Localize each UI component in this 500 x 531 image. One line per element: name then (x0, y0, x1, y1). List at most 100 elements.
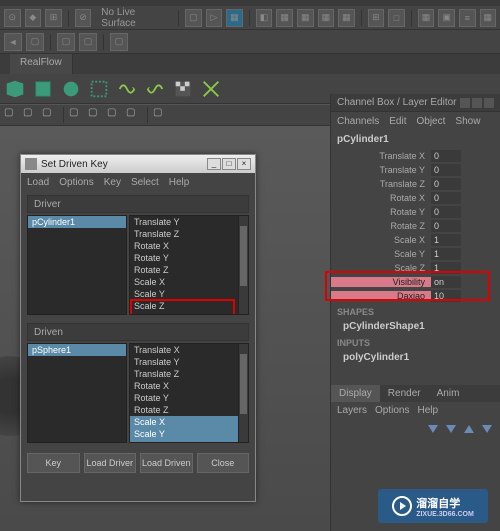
tab-render[interactable]: Render (380, 385, 429, 402)
vt4-icon[interactable]: ▢ (69, 107, 85, 123)
attr-value[interactable]: 0 (431, 206, 461, 218)
attr-value[interactable]: 0 (431, 220, 461, 232)
t12-icon[interactable]: ▣ (438, 9, 455, 27)
shelf-icon-2[interactable] (30, 76, 56, 102)
layer-icon-4[interactable] (480, 423, 494, 435)
s3-icon[interactable]: ▢ (57, 33, 75, 51)
layer-icon-1[interactable] (426, 423, 440, 435)
t9-icon[interactable]: ⊞ (368, 9, 385, 27)
no-icon[interactable]: ⊘ (75, 9, 92, 27)
s5-icon[interactable]: ▢ (110, 33, 128, 51)
vt5-icon[interactable]: ▢ (88, 107, 104, 123)
snap-icon[interactable]: ◆ (25, 9, 42, 27)
list-item[interactable]: pSphere1 (28, 344, 126, 356)
driver-section-head[interactable]: Driver (27, 195, 249, 213)
list-item[interactable]: Scale X (130, 276, 248, 288)
list-item[interactable]: Translate Y (130, 216, 248, 228)
menu-help[interactable]: Help (417, 405, 438, 416)
vt7-icon[interactable]: ▢ (126, 107, 142, 123)
attr-value[interactable]: 0 (431, 150, 461, 162)
list-item[interactable]: Translate X (130, 344, 248, 356)
list-item[interactable]: Scale X (130, 416, 248, 428)
list-item[interactable]: Scale Y (130, 428, 248, 440)
t10-icon[interactable]: □ (388, 9, 405, 27)
driven-section-head[interactable]: Driven (27, 323, 249, 341)
attr-label[interactable]: Rotate Z (331, 221, 431, 231)
shelf-icon-3[interactable] (58, 76, 84, 102)
t11-icon[interactable]: ▦ (418, 9, 435, 27)
list-item[interactable]: Translate Z (130, 228, 248, 240)
menu-layers[interactable]: Layers (337, 405, 367, 416)
grid-icon[interactable]: ⊞ (45, 9, 62, 27)
t4-icon[interactable]: ◧ (256, 9, 273, 27)
attr-value[interactable]: 0 (431, 178, 461, 190)
attr-label[interactable]: Translate Z (331, 179, 431, 189)
shelf-icon-6[interactable] (142, 76, 168, 102)
list-item[interactable]: Translate Y (130, 356, 248, 368)
menu-edit[interactable]: Edit (389, 116, 406, 127)
tab-display[interactable]: Display (331, 385, 380, 402)
attr-label[interactable]: Scale Y (331, 249, 431, 259)
panel-icon-1[interactable] (460, 98, 470, 108)
scrollbar[interactable] (238, 344, 248, 442)
magnet-icon[interactable]: ⊙ (4, 9, 21, 27)
vt3-icon[interactable]: ▢ (42, 107, 58, 123)
load-driven-button[interactable]: Load Driven (140, 453, 193, 473)
close-button[interactable]: × (237, 158, 251, 170)
shelf-icon-1[interactable] (2, 76, 28, 102)
menu-load[interactable]: Load (27, 177, 49, 188)
attr-label[interactable]: Rotate X (331, 193, 431, 203)
menu-select[interactable]: Select (131, 177, 159, 188)
t13-icon[interactable]: ≡ (459, 9, 476, 27)
s2-icon[interactable]: ▢ (26, 33, 44, 51)
driven-attr-list[interactable]: Translate X Translate Y Translate Z Rota… (129, 343, 249, 443)
list-item[interactable]: Rotate Y (130, 252, 248, 264)
shelf-icon-4[interactable] (86, 76, 112, 102)
dialog-titlebar[interactable]: Set Driven Key _ □ × (21, 155, 255, 173)
t3-icon[interactable]: ▦ (226, 9, 243, 27)
input-node[interactable]: polyCylinder1 (331, 350, 500, 365)
tab-anim[interactable]: Anim (429, 385, 468, 402)
t5-icon[interactable]: ▦ (276, 9, 293, 27)
s4-icon[interactable]: ▢ (79, 33, 97, 51)
t7-icon[interactable]: ▦ (318, 9, 335, 27)
menu-key[interactable]: Key (104, 177, 121, 188)
s1-icon[interactable]: ◄ (4, 33, 22, 51)
t14-icon[interactable]: ▦ (480, 9, 497, 27)
driver-attr-list[interactable]: Translate Y Translate Z Rotate X Rotate … (129, 215, 249, 315)
key-button[interactable]: Key (27, 453, 80, 473)
attr-value[interactable]: 0 (431, 164, 461, 176)
attr-label[interactable]: Rotate Y (331, 207, 431, 217)
load-driver-button[interactable]: Load Driver (84, 453, 137, 473)
maximize-button[interactable]: □ (222, 158, 236, 170)
shelf-icon-8[interactable] (198, 76, 224, 102)
list-item[interactable]: Rotate Y (130, 392, 248, 404)
menu-show[interactable]: Show (455, 116, 480, 127)
shelf-icon-5[interactable] (114, 76, 140, 102)
menu-channels[interactable]: Channels (337, 116, 379, 127)
list-item[interactable]: Rotate X (130, 380, 248, 392)
t1-icon[interactable]: ▢ (185, 9, 202, 27)
attr-value[interactable]: 0 (431, 192, 461, 204)
shelf-icon-7[interactable] (170, 76, 196, 102)
scrollbar[interactable] (238, 216, 248, 314)
attr-label[interactable]: Translate X (331, 151, 431, 161)
attr-label[interactable]: Translate Y (331, 165, 431, 175)
minimize-button[interactable]: _ (207, 158, 221, 170)
vt2-icon[interactable]: ▢ (23, 107, 39, 123)
menu-options[interactable]: Options (375, 405, 409, 416)
driver-object-list[interactable]: pCylinder1 (27, 215, 127, 315)
t6-icon[interactable]: ▦ (297, 9, 314, 27)
vt8-icon[interactable]: ▢ (153, 107, 169, 123)
vt1-icon[interactable]: ▢ (4, 107, 20, 123)
list-item[interactable]: pCylinder1 (28, 216, 126, 228)
t8-icon[interactable]: ▦ (338, 9, 355, 27)
layer-icon-3[interactable] (462, 423, 476, 435)
panel-icon-2[interactable] (472, 98, 482, 108)
list-item[interactable]: Rotate Z (130, 264, 248, 276)
close-dialog-button[interactable]: Close (197, 453, 250, 473)
shape-node[interactable]: pCylinderShape1 (331, 319, 500, 334)
object-name[interactable]: pCylinder1 (331, 130, 500, 149)
list-item[interactable]: Scale Z (130, 440, 248, 443)
menu-help[interactable]: Help (169, 177, 190, 188)
